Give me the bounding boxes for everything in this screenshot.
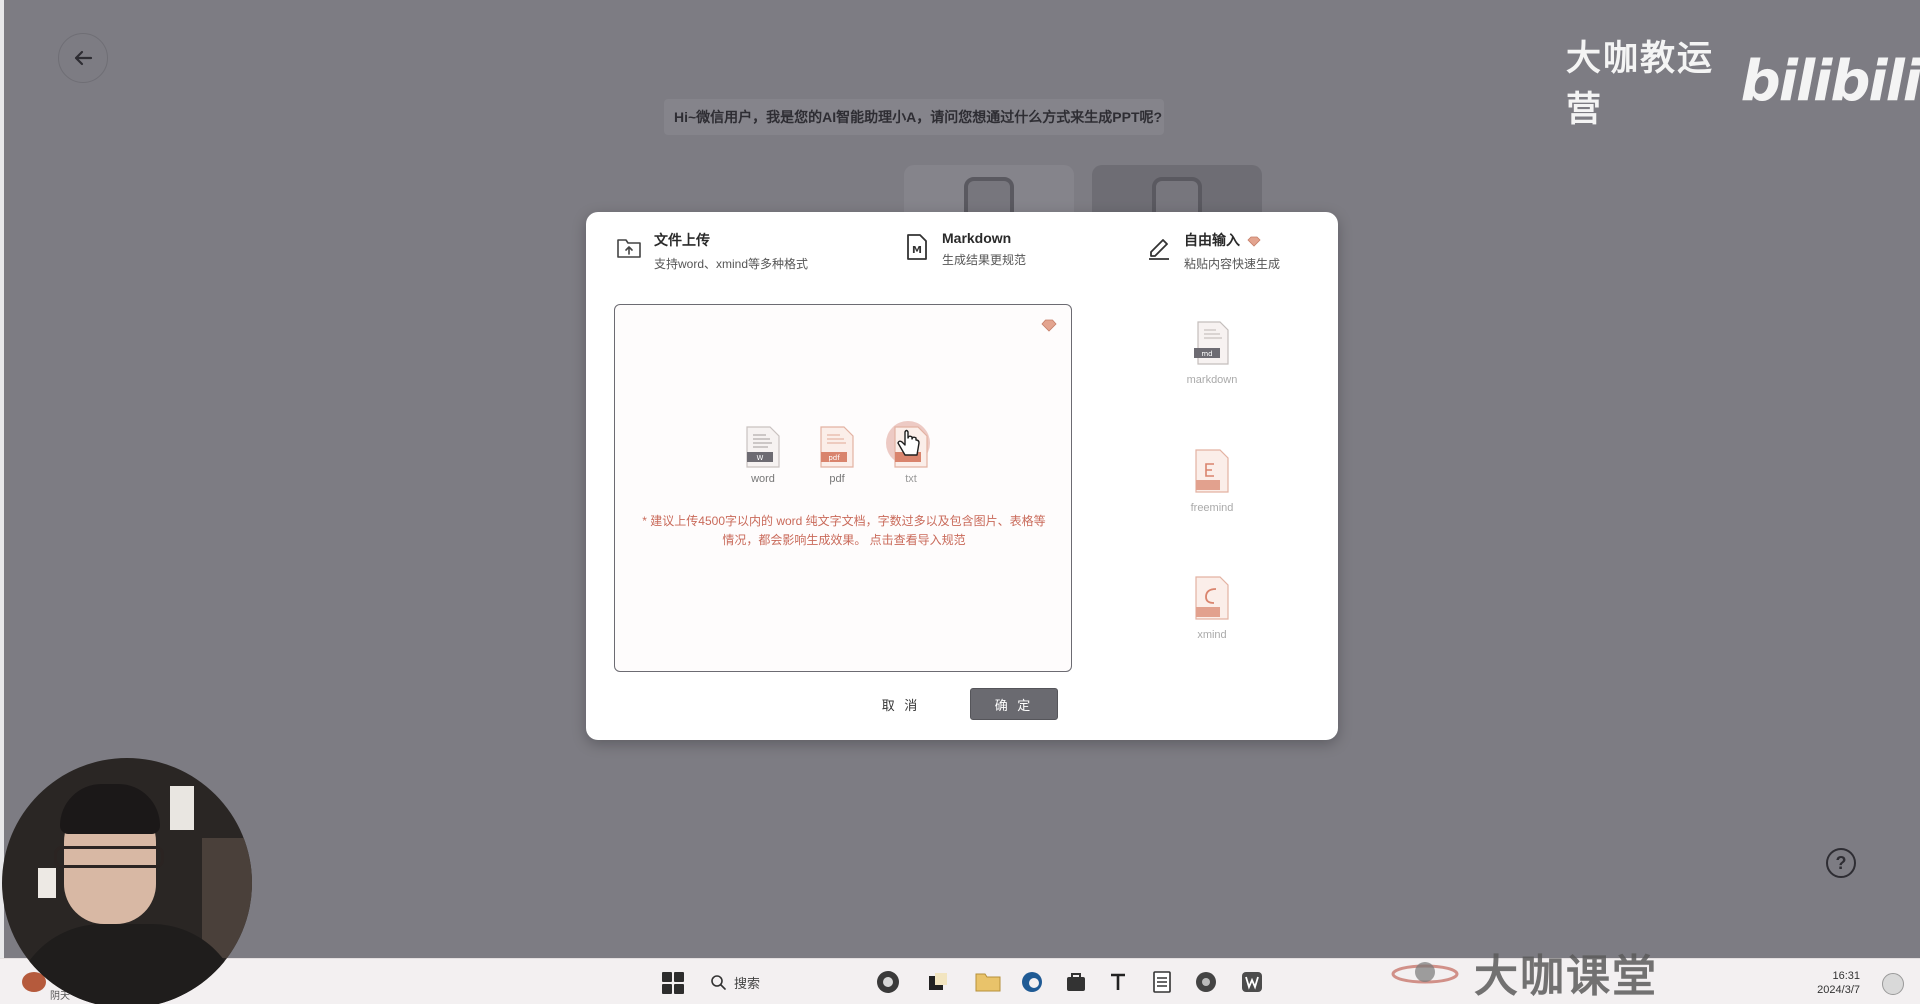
lecture-watermark-text: 大咖课堂 — [1474, 951, 1658, 1002]
notification-icon[interactable] — [1882, 973, 1904, 995]
markdown-format-icon: md — [1194, 321, 1229, 365]
word-file-icon: W — [746, 426, 780, 468]
file-type-label: pdf — [829, 473, 845, 485]
pdf-file-icon: pdf — [820, 426, 854, 468]
app-icon[interactable] — [924, 968, 952, 996]
freemind-format-icon — [1195, 449, 1229, 493]
hint-line: * 建议上传4500字以内的 word 纯文字文档，字数过多以及包含图片、表格等 — [642, 514, 1046, 528]
upload-hint[interactable]: * 建议上传4500字以内的 word 纯文字文档，字数过多以及包含图片、表格等… — [631, 512, 1057, 550]
browser-icon[interactable] — [874, 968, 902, 996]
tab-markdown[interactable]: M Markdown 生成结果更规范 — [902, 230, 1026, 268]
bilibili-logo: bilibili — [1740, 48, 1920, 114]
ai-greeting: Hi~微信用户，我是您的AI智能助理小A，请问您想通过什么方式来生成PPT呢? — [664, 99, 1164, 135]
vip-gem-icon — [1041, 319, 1057, 332]
tab-free-input[interactable]: 自由输入 粘贴内容快速生成 — [1144, 230, 1280, 272]
lecture-watermark: 大咖课堂 — [1390, 940, 1658, 1004]
back-button[interactable] — [58, 33, 108, 83]
xmind-format-icon — [1195, 576, 1229, 620]
edge-icon[interactable] — [1018, 968, 1046, 996]
taskbar-search[interactable]: 搜索 — [700, 966, 870, 998]
format-xmind[interactable]: xmind — [1162, 575, 1262, 641]
file-type-word[interactable]: W word — [737, 425, 789, 485]
file-type-label: word — [751, 473, 775, 485]
modal-footer: 取 消 确 定 — [586, 688, 1338, 722]
typora-icon[interactable] — [1104, 968, 1132, 996]
file-explorer-icon[interactable] — [974, 968, 1002, 996]
confirm-button[interactable]: 确 定 — [970, 688, 1058, 720]
markdown-file-icon: M — [902, 232, 932, 262]
hand-cursor-icon — [897, 429, 920, 456]
search-icon — [711, 975, 726, 990]
planet-logo-icon — [1391, 962, 1459, 984]
watermark-text: 大咖教运营 — [1566, 39, 1715, 130]
tab-file-upload[interactable]: 文件上传 支持word、xmind等多种格式 — [614, 230, 808, 272]
format-markdown[interactable]: md markdown — [1162, 320, 1262, 386]
file-type-label: txt — [905, 473, 917, 485]
tab-desc: 粘贴内容快速生成 — [1184, 257, 1281, 271]
page-edge — [0, 0, 4, 958]
vip-gem-icon — [1247, 236, 1261, 247]
store-icon[interactable] — [1062, 968, 1090, 996]
help-button[interactable]: ? — [1826, 848, 1856, 878]
file-type-pdf[interactable]: pdf pdf — [811, 425, 863, 485]
start-button[interactable] — [662, 972, 684, 994]
bilibili-watermark: 大咖教运营 bilibili — [1566, 30, 1920, 132]
format-label: markdown — [1186, 374, 1238, 386]
clock-date: 2024/3/7 — [1817, 984, 1860, 996]
arrow-left-icon — [74, 50, 93, 66]
svg-text:md: md — [1201, 350, 1212, 358]
taskbar-clock[interactable]: 16:31 2024/3/7 — [1808, 969, 1860, 997]
tab-title: 自由输入 — [1184, 230, 1280, 250]
file-type-txt[interactable]: txt — [885, 421, 937, 485]
tab-desc: 生成结果更规范 — [942, 253, 1027, 267]
webcam-overlay — [2, 758, 252, 1004]
format-label: freemind — [1190, 502, 1234, 514]
wps-icon[interactable] — [1238, 968, 1266, 996]
tab-desc: 支持word、xmind等多种格式 — [654, 257, 809, 271]
import-modal: 文件上传 支持word、xmind等多种格式 M Markdown 生成结果更规… — [586, 212, 1338, 740]
svg-text:pdf: pdf — [828, 454, 840, 462]
hint-line: 情况，都会影响生成效果。 点击查看导入规范 — [722, 533, 966, 547]
svg-text:W: W — [757, 454, 764, 462]
cancel-button[interactable]: 取 消 — [866, 688, 936, 720]
media-icon[interactable] — [1192, 968, 1220, 996]
tab-title: 文件上传 — [654, 232, 710, 248]
folder-upload-icon — [614, 232, 644, 262]
tab-title-text: 自由输入 — [1184, 232, 1240, 248]
notes-icon[interactable] — [1148, 968, 1176, 996]
format-freemind[interactable]: freemind — [1162, 448, 1262, 514]
clock-time: 16:31 — [1832, 970, 1860, 982]
pencil-icon — [1144, 232, 1174, 262]
tab-title: Markdown — [942, 230, 1012, 246]
svg-text:M: M — [912, 245, 922, 256]
search-label: 搜索 — [734, 975, 761, 991]
upload-dropzone[interactable]: W word pdf pdf txt * 建议上传4500字以内的 word 纯… — [614, 304, 1072, 672]
format-label: xmind — [1197, 629, 1227, 641]
